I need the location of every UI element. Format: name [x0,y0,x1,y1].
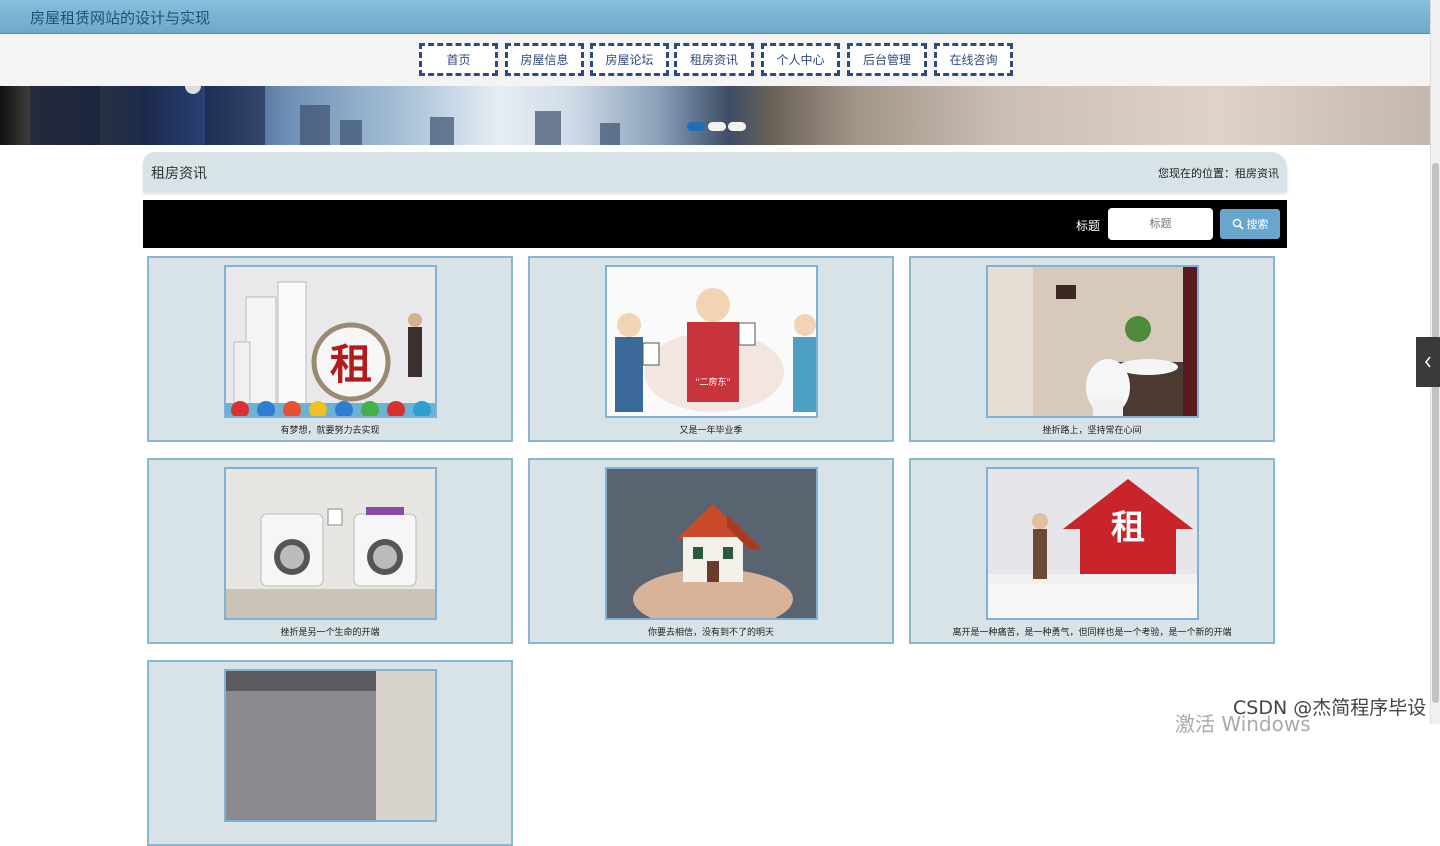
section-title: 租房资讯 [151,166,207,182]
news-thumbnail-rent-house-sign[interactable]: 租 [986,467,1199,620]
news-caption: 有梦想，就要努力去实现 [280,426,380,436]
svg-text:租: 租 [330,340,372,389]
news-card[interactable]: 你要去相信，没有到不了的明天 [528,458,894,644]
carousel-dot-3[interactable] [728,122,746,131]
side-collapse-tab[interactable] [1416,337,1440,387]
nav-forum[interactable]: 房屋论坛 [590,43,669,76]
news-thumbnail-rent-magnifier[interactable]: 租 [224,265,437,418]
windows-activation-watermark: 激活 Windows [1175,712,1311,736]
nav-admin[interactable]: 后台管理 [847,43,927,76]
news-thumbnail-bathroom[interactable] [986,265,1199,418]
news-caption: 挫折是另一个生命的开端 [280,628,380,638]
news-card[interactable] [147,660,513,846]
lamp-decoration [185,86,201,94]
nav-personal-center[interactable]: 个人中心 [761,43,840,76]
news-card[interactable]: 挫折是另一个生命的开端 [147,458,513,644]
svg-text:"二房东": "二房东" [695,376,730,388]
top-header: 房屋租赁网站的设计与实现 [0,0,1430,34]
carousel-dot-2[interactable] [708,122,726,131]
search-button-label: 搜索 [1246,218,1269,231]
main-nav: 首页 房屋信息 房屋论坛 租房资讯 个人中心 后台管理 在线咨询 [0,34,1430,86]
search-icon [1232,218,1244,230]
news-card[interactable]: "二房东" 又是一年毕业季 [528,256,894,442]
news-caption: 你要去相信，没有到不了的明天 [647,628,774,638]
nav-house-info[interactable]: 房屋信息 [505,43,584,76]
news-card[interactable]: 租 离开是一种痛苦，是一种勇气，但同样也是一个考验，是一个新的开端 [909,458,1275,644]
scrollbar-thumb[interactable] [1432,163,1439,703]
nav-home[interactable]: 首页 [419,43,498,76]
news-caption: 挫折路上，坚持常在心间 [1042,426,1142,436]
search-bar: 标题 搜索 [143,200,1287,248]
news-caption: 又是一年毕业季 [679,426,743,436]
search-label: 标题 [1076,219,1101,233]
breadcrumb: 您现在的位置：租房资讯 [1158,167,1279,180]
nav-rent-news[interactable]: 租房资讯 [674,43,754,76]
carousel-dot-1[interactable] [687,122,705,131]
nav-online-consult[interactable]: 在线咨询 [934,43,1013,76]
site-title: 房屋租赁网站的设计与实现 [30,9,211,27]
news-caption: 离开是一种痛苦，是一种勇气，但同样也是一个考验，是一个新的开端 [952,628,1232,638]
news-card[interactable]: 挫折路上，坚持常在心间 [909,256,1275,442]
svg-text:租: 租 [1111,508,1145,548]
chevron-left-icon [1425,356,1431,368]
news-thumbnail-interior[interactable] [224,669,437,822]
news-card[interactable]: 租 有梦想，就要努力去实现 [147,256,513,442]
breadcrumb-bar: 租房资讯 您现在的位置：租房资讯 [143,152,1287,192]
banner-carousel[interactable] [0,86,1430,145]
search-button[interactable]: 搜索 [1220,209,1280,239]
news-thumbnail-dryers[interactable] [224,467,437,620]
news-thumbnail-house-in-hands[interactable] [605,467,818,620]
news-thumbnail-landlord-cartoon[interactable]: "二房东" [605,265,818,418]
title-search-input[interactable] [1108,208,1213,240]
